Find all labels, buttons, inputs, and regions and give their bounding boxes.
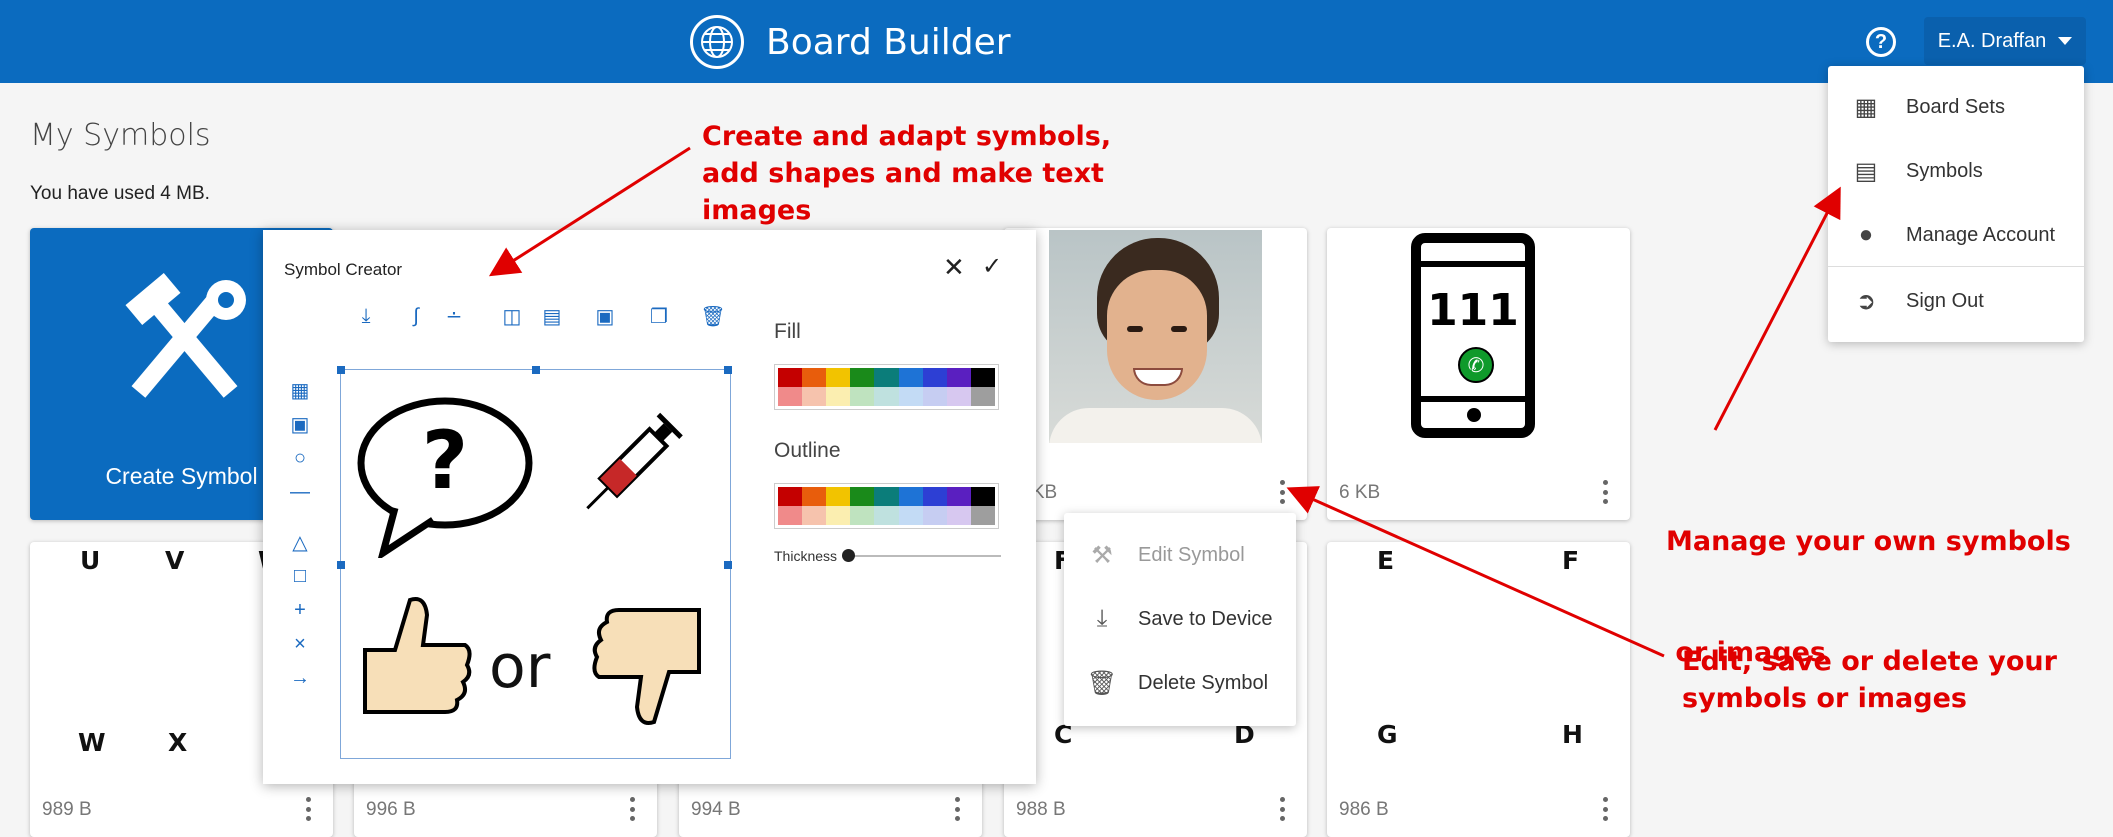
annotation-arrows — [488, 146, 1841, 658]
